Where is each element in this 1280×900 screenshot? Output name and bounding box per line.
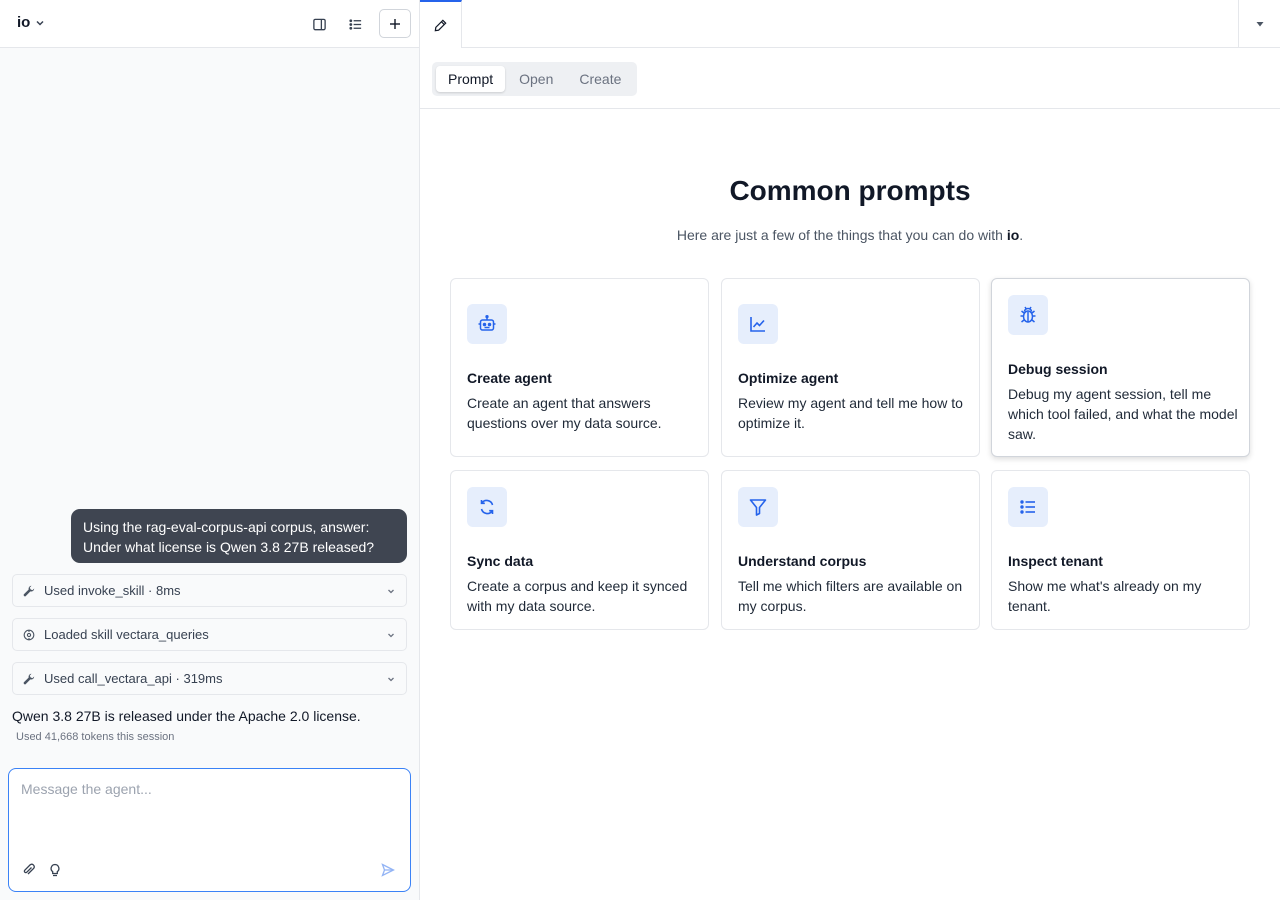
card-description: Debug my agent session, tell me which to… <box>1008 386 1238 442</box>
message-input[interactable] <box>21 781 396 851</box>
subtitle-text: Here are just a few of the things that y… <box>676 227 1007 243</box>
segment-open[interactable]: Open <box>507 66 565 92</box>
lightbulb-icon[interactable] <box>47 862 63 878</box>
mode-segmented-control: Prompt Open Create <box>432 62 638 96</box>
chat-header: io <box>0 0 419 48</box>
tool-event-loaded-skill[interactable]: Loaded skill vectara_queries <box>12 618 407 651</box>
subtitle-suffix: . <box>1019 227 1024 243</box>
card-title: Create agent <box>467 370 552 386</box>
segment-create[interactable]: Create <box>567 66 633 92</box>
list-icon <box>1008 487 1048 527</box>
subtitle-brand: io <box>1006 227 1020 243</box>
pen-icon <box>434 18 447 31</box>
plus-icon <box>390 18 400 29</box>
send-icon[interactable] <box>380 862 396 878</box>
card-title: Optimize agent <box>738 370 839 386</box>
card-description: Review my agent and tell me how to optim… <box>738 395 963 431</box>
card-description: Create an agent that answers questions o… <box>467 395 662 431</box>
wrench-icon <box>23 673 35 685</box>
prompt-card-sync-data[interactable]: Sync data Create a corpus and keep it sy… <box>450 470 709 630</box>
tool-event-call-api[interactable]: Used call_vectara_api · 319ms <box>12 662 407 695</box>
prompt-card-understand-corpus[interactable]: Understand corpus Tell me which filters … <box>721 470 980 630</box>
agent-chat-panel: io Using the rag-eval-corpus-api corpus,… <box>0 0 420 900</box>
workspace-switcher[interactable]: io <box>17 14 46 31</box>
main-workspace: Prompt Open Create Common prompts Here a… <box>420 0 1280 900</box>
caret-down-icon <box>1256 22 1263 27</box>
bug-icon <box>1008 295 1048 335</box>
assistant-answer: Qwen 3.8 27B is released under the Apach… <box>12 708 361 724</box>
prompt-card-optimize-agent[interactable]: Optimize agent Review my agent and tell … <box>721 278 980 457</box>
user-message-bubble: Using the rag-eval-corpus-api corpus, an… <box>71 509 407 563</box>
segment-prompt[interactable]: Prompt <box>436 66 506 92</box>
tool-event-label: Loaded skill vectara_queries <box>44 627 209 642</box>
prompt-card-debug-session[interactable]: Debug session Debug my agent session, te… <box>991 278 1250 457</box>
tool-event-label: Used invoke_skill · 8ms <box>44 583 181 598</box>
skill-icon <box>23 629 35 641</box>
card-description: Show me what's already on my tenant. <box>1008 578 1202 614</box>
attach-icon[interactable] <box>21 862 37 878</box>
tool-event-label: Used call_vectara_api · 319ms <box>44 671 223 686</box>
page-subtitle: Here are just a few of the things that y… <box>420 227 1280 243</box>
chevron-down-icon <box>386 586 396 596</box>
robot-icon <box>467 304 507 344</box>
message-composer <box>8 768 411 892</box>
card-title: Debug session <box>1008 361 1108 377</box>
editor-tab-bar <box>420 0 1280 48</box>
card-title: Understand corpus <box>738 553 867 569</box>
chevron-down-icon <box>34 17 46 29</box>
prompt-card-inspect-tenant[interactable]: Inspect tenant Show me what's already on… <box>991 470 1250 630</box>
chevron-down-icon <box>386 674 396 684</box>
mode-toolbar: Prompt Open Create <box>420 48 1280 109</box>
new-chat-button[interactable] <box>379 9 411 38</box>
chart-icon <box>738 304 778 344</box>
workspace-name: io <box>17 14 31 31</box>
card-description: Create a corpus and keep it synced with … <box>467 578 688 614</box>
card-description: Tell me which filters are available on m… <box>738 578 963 614</box>
sync-icon <box>467 487 507 527</box>
token-usage: Used 41,668 tokens this session <box>16 731 175 743</box>
tool-event-invoke-skill[interactable]: Used invoke_skill · 8ms <box>12 574 407 607</box>
page-title: Common prompts <box>729 175 971 206</box>
card-title: Sync data <box>467 553 534 569</box>
sidebar-toggle-icon[interactable] <box>307 12 331 36</box>
tab-prompt-editor[interactable] <box>420 0 462 48</box>
chevron-down-icon <box>386 630 396 640</box>
tab-menu-button[interactable] <box>1238 0 1280 48</box>
filter-icon <box>738 487 778 527</box>
history-list-icon[interactable] <box>343 12 367 36</box>
wrench-icon <box>23 585 35 597</box>
card-title: Inspect tenant <box>1008 553 1103 569</box>
prompt-card-create-agent[interactable]: Create agent Create an agent that answer… <box>450 278 709 457</box>
